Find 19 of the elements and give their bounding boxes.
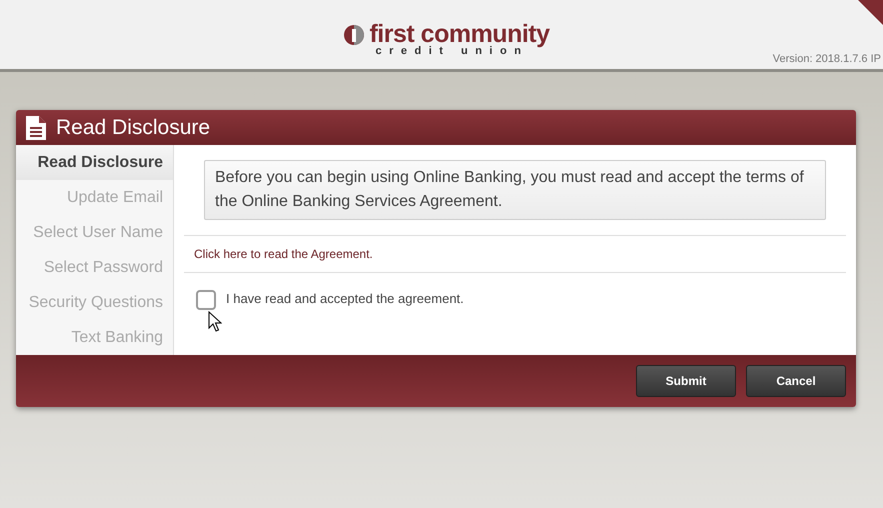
step-item[interactable]: Select User Name: [16, 215, 173, 250]
cursor-icon: [208, 311, 222, 333]
logo-icon: [343, 24, 366, 46]
dialog-button[interactable]: Cancel: [746, 365, 846, 397]
dialog-title: Read Disclosure: [56, 114, 210, 141]
accept-label: I have read and accepted the agreement.: [226, 290, 464, 308]
document-icon: [26, 116, 46, 140]
accept-checkbox[interactable]: [196, 290, 216, 310]
step-item[interactable]: Select Password: [16, 250, 173, 285]
agreement-link[interactable]: Click here to read the Agreement.: [194, 247, 373, 261]
logo-tagline: credit union: [374, 46, 528, 57]
dialog-button[interactable]: Submit: [636, 365, 736, 397]
version-text: Version: 2018.1.7.6 IP: [772, 52, 881, 66]
step-item[interactable]: Text Banking: [16, 320, 173, 355]
logo-name: first community: [369, 22, 550, 46]
step-item[interactable]: Update Email: [16, 180, 173, 215]
corner-triangle-icon: [858, 0, 883, 25]
notice-box: Before you can begin using Online Banking, you must read and accept the terms of the Online Banking Services Agreement.: [204, 160, 826, 220]
step-item[interactable]: Security Questions: [16, 285, 173, 320]
